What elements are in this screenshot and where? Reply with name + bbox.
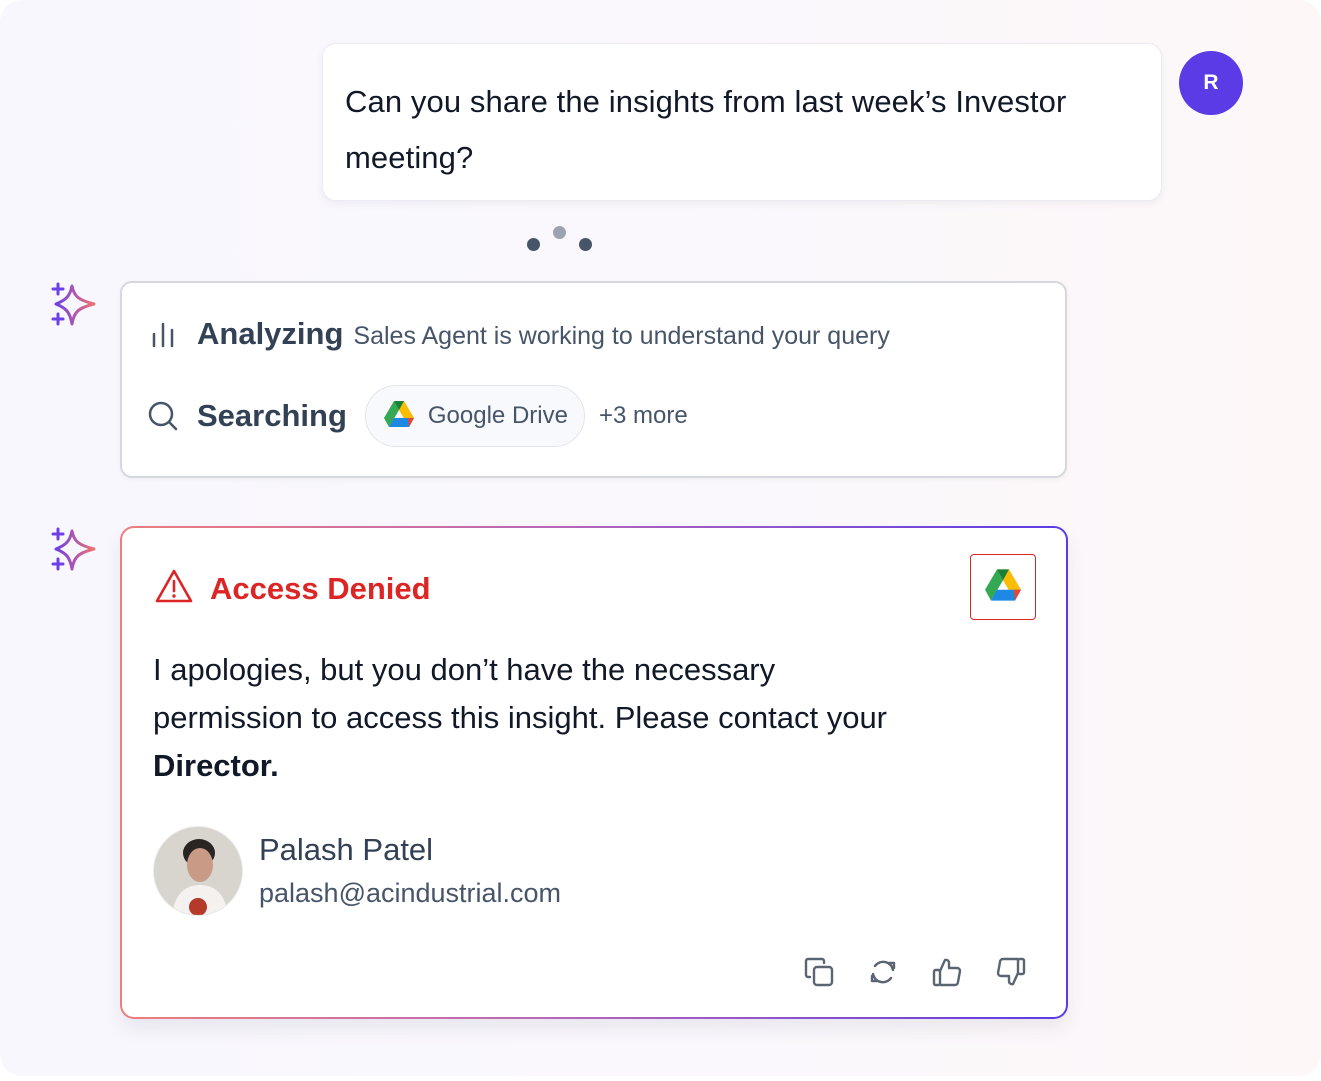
searching-row: Searching Google Drive +3 more [147,385,688,447]
user-avatar[interactable]: R [1179,51,1243,115]
user-message-text: Can you share the insights from last wee… [345,84,1067,175]
analyzing-label: Analyzing [197,316,344,351]
typing-dot [527,238,540,251]
google-drive-icon [383,400,414,432]
copy-icon [803,956,835,993]
copy-button[interactable] [802,957,836,991]
typing-dot [579,238,592,251]
thumbs-down-icon [995,956,1027,993]
typing-dot [553,226,566,239]
thumbs-down-button[interactable] [994,957,1028,991]
analyzing-description: Sales Agent is working to understand you… [353,321,890,350]
regenerate-button[interactable] [866,957,900,991]
user-message-bubble: Can you share the insights from last wee… [322,43,1162,201]
source-badge[interactable] [970,554,1036,620]
bar-chart-icon [147,318,179,350]
source-chip-google-drive[interactable]: Google Drive [364,385,585,447]
contact-card[interactable]: Palash Patel palash@acindustrial.com [153,826,561,916]
google-drive-icon [985,568,1021,606]
thumbs-up-icon [931,956,963,993]
regenerate-icon [867,956,899,993]
thumbs-up-button[interactable] [930,957,964,991]
agent-status-card: Analyzing Sales Agent is working to unde… [120,281,1067,478]
denied-message-text: I apologies, but you don’t have the nece… [153,652,888,735]
contact-avatar [153,826,243,916]
denied-message: I apologies, but you don’t have the nece… [153,646,913,790]
denied-title: Access Denied [210,570,431,606]
search-icon [147,400,179,432]
sparkle-icon [50,282,98,330]
access-denied-card: Access Denied I apologies, but you don’t… [120,526,1068,1019]
contact-name: Palash Patel [259,831,434,867]
searching-label: Searching [197,398,347,433]
analyzing-row: Analyzing Sales Agent is working to unde… [147,313,890,355]
contact-email[interactable]: palash@acindustrial.com [259,873,561,913]
source-chip-label: Google Drive [427,402,568,429]
sparkle-icon [50,527,98,575]
warning-triangle-icon [154,568,194,609]
denied-header: Access Denied [154,568,431,609]
denied-message-bold: Director. [153,748,279,783]
more-sources-link[interactable]: +3 more [599,402,688,430]
message-actions [802,957,1028,991]
chat-canvas: Can you share the insights from last wee… [0,0,1321,1076]
